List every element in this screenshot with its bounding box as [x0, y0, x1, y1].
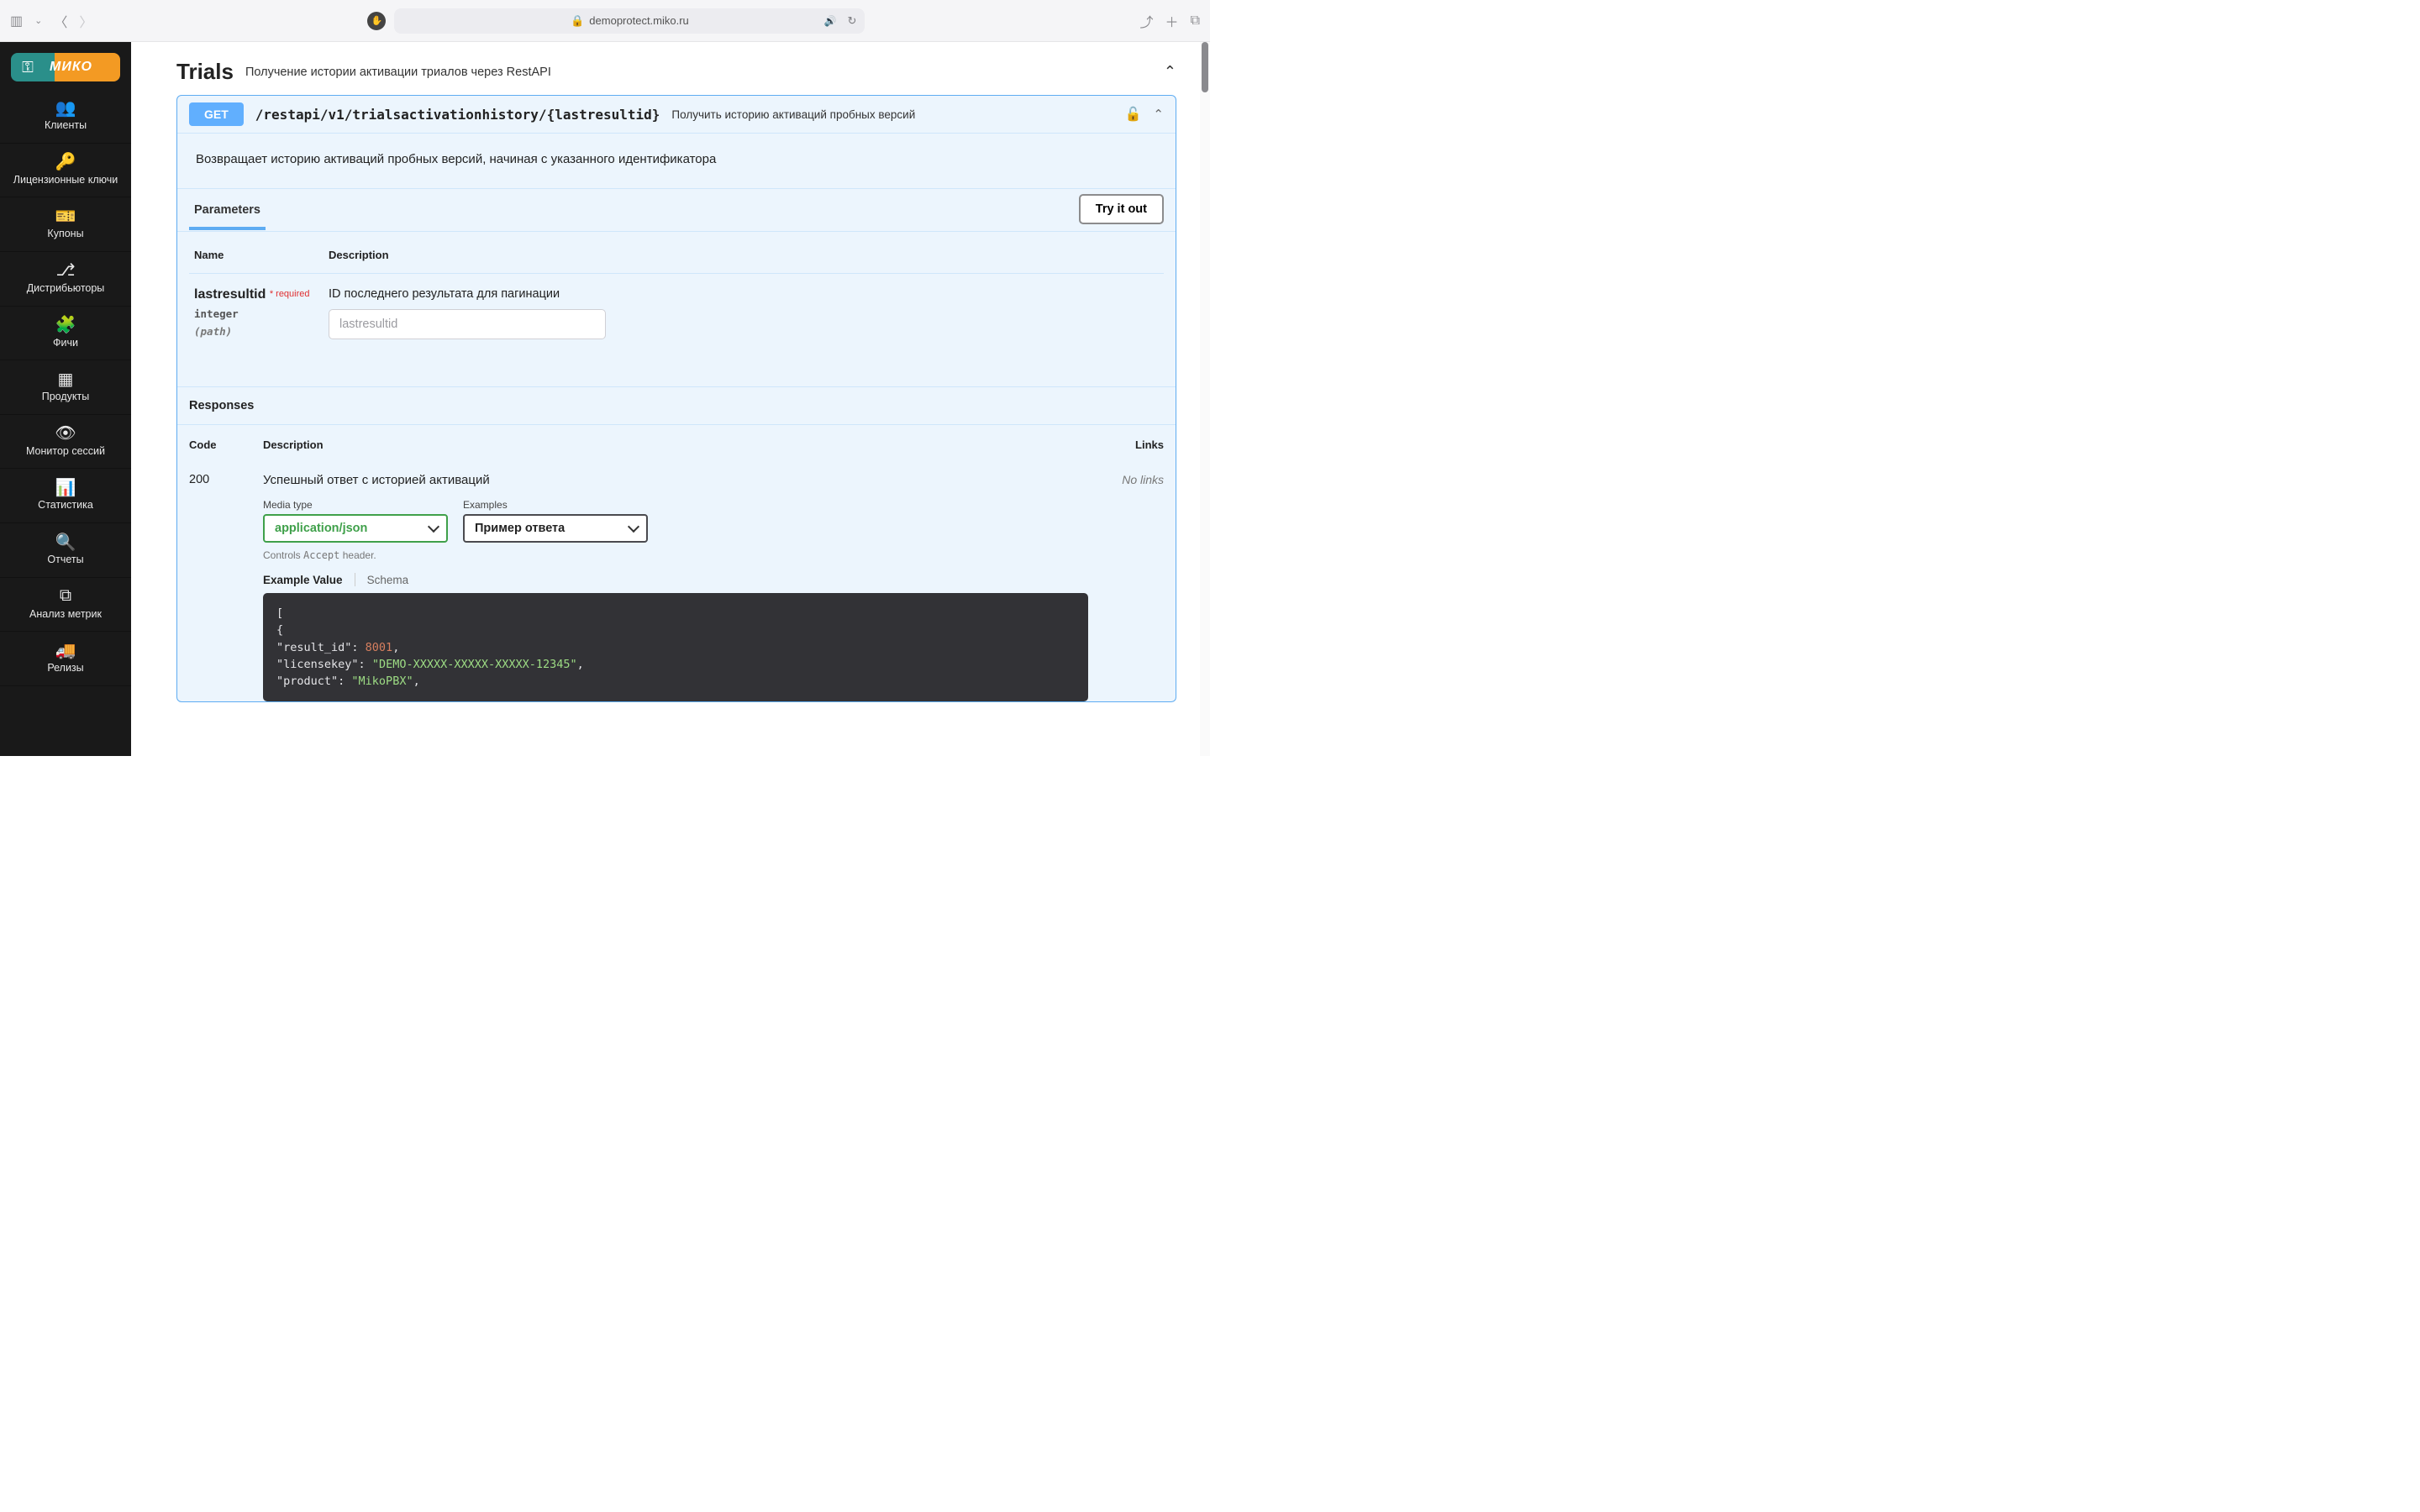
nav-back-icon[interactable]: 〈: [54, 11, 67, 31]
sidebar-item-4[interactable]: 🧩 Фичи: [0, 307, 131, 361]
response-row: 200 Успешный ответ с историей активаций …: [177, 465, 1176, 701]
col-links: Links: [1088, 438, 1164, 451]
endpoint-block: GET /restapi/v1/trialsactivationhistory/…: [176, 95, 1176, 702]
tab-schema[interactable]: Schema: [367, 574, 409, 586]
tag-description: Получение истории активации триалов чере…: [245, 66, 551, 79]
sidebar-item-0[interactable]: 👥Клиенты: [0, 89, 131, 144]
sidebar-item-7[interactable]: 📊 Статистика: [0, 469, 131, 523]
required-badge: required: [270, 289, 310, 299]
address-bar[interactable]: 🔒 demoprotect.miko.ru 🔊 ↻: [394, 8, 865, 34]
response-links: No links: [1088, 473, 1164, 701]
response-code: 200: [189, 473, 263, 701]
truck-icon: 🚚: [55, 640, 76, 660]
endpoint-description: Возвращает историю активаций пробных вер…: [177, 134, 1176, 188]
sidebar-item-8[interactable]: 🔍 Отчеты: [0, 523, 131, 578]
accept-header-note: Controls Accept header.: [263, 549, 448, 561]
sidebar-item-label: Анализ метрик: [29, 608, 102, 622]
scrollbar-track[interactable]: [1200, 42, 1210, 756]
brand-logo[interactable]: ⚿ МИКО: [7, 49, 124, 86]
tabgroup-chevron-icon[interactable]: ⌄: [34, 15, 42, 26]
sidebar-item-label: Лицензионные ключи: [13, 174, 118, 187]
sidebar-item-label: Монитор сессий: [26, 445, 105, 459]
responses-title: Responses: [177, 386, 1176, 425]
key-icon: 🔑: [55, 152, 76, 172]
col-code: Code: [189, 438, 263, 451]
sidebar-toggle-icon[interactable]: ▥: [10, 13, 23, 29]
eye-icon: 👁: [55, 423, 76, 444]
unlock-icon[interactable]: 🔓: [1125, 106, 1142, 123]
sliders-icon: ⧉: [60, 586, 71, 606]
grid-icon: ▦: [58, 369, 74, 389]
param-description: ID последнего результата для пагинации: [329, 287, 606, 301]
key-icon: ⚿: [11, 59, 45, 76]
share-icon[interactable]: ⤴: [1140, 11, 1154, 31]
media-type-select[interactable]: application/json: [263, 514, 448, 543]
sidebar-item-label: Релизы: [47, 662, 83, 675]
lock-icon: 🔒: [571, 14, 584, 28]
api-tag-header[interactable]: Trials Получение истории активации триал…: [176, 59, 1176, 85]
sidebar-item-3[interactable]: ⎇Дистрибьюторы: [0, 252, 131, 307]
endpoint-header[interactable]: GET /restapi/v1/trialsactivationhistory/…: [177, 96, 1176, 133]
examples-label: Examples: [463, 499, 648, 511]
try-it-out-button[interactable]: Try it out: [1079, 194, 1164, 224]
sidebar-item-label: Статистика: [38, 499, 93, 512]
media-type-label: Media type: [263, 499, 448, 511]
sidebar-item-9[interactable]: ⧉ Анализ метрик: [0, 578, 131, 633]
tab-parameters[interactable]: Parameters: [189, 195, 266, 230]
browser-toolbar: ▥ ⌄ 〈 〉 ✋ 🔒 demoprotect.miko.ru 🔊 ↻ ⤴ ＋ …: [0, 0, 1210, 42]
new-tab-icon[interactable]: ＋: [1165, 11, 1179, 31]
chart-icon: 📊: [55, 477, 76, 497]
response-desc: Успешный ответ с историей активаций: [263, 473, 1088, 487]
url-text: demoprotect.miko.ru: [589, 14, 689, 27]
ticket-icon: 🎫: [55, 206, 76, 226]
sound-icon[interactable]: 🔊: [824, 15, 837, 27]
sidebar-item-label: Фичи: [53, 337, 78, 350]
parameters-table: Name Description lastresultid required i…: [177, 232, 1176, 386]
nav-fwd-icon: 〉: [79, 11, 92, 31]
param-input[interactable]: [329, 309, 606, 339]
puzzle-icon: 🧩: [55, 315, 76, 335]
branch-icon: ⎇: [55, 260, 75, 281]
col-desc: Description: [263, 438, 1088, 451]
chevron-up-icon[interactable]: ⌃: [1153, 107, 1164, 122]
http-method-badge: GET: [189, 102, 244, 126]
tag-title: Trials: [176, 59, 234, 85]
endpoint-path: /restapi/v1/trialsactivationhistory/{las…: [255, 107, 660, 123]
param-type: integer: [194, 307, 329, 320]
parameters-bar: Parameters Try it out: [177, 188, 1176, 232]
sidebar-nav: 👥Клиенты 🔑 Лицензионные ключи 🎫 Купоны ⎇Дистр…: [0, 89, 131, 686]
sidebar-item-label: Продукты: [42, 391, 89, 404]
sidebar-item-1[interactable]: 🔑 Лицензионные ключи: [0, 144, 131, 198]
responses-columns: Code Description Links: [177, 425, 1176, 465]
chevron-up-icon[interactable]: ⌃: [1164, 63, 1176, 81]
reload-icon[interactable]: ↻: [848, 14, 857, 28]
param-row: lastresultid required integer (path) ID …: [189, 274, 1164, 353]
zoom-icon: 🔍: [55, 532, 76, 552]
scrollbar-thumb[interactable]: [1202, 42, 1208, 92]
example-code: [ { "result_id": 8001, "licensekey": "DE…: [263, 593, 1088, 701]
sidebar-item-label: Отчеты: [47, 554, 83, 567]
endpoint-summary: Получить историю активаций пробных верси…: [671, 108, 915, 121]
app-sidebar: ⚿ МИКО 👥Клиенты 🔑 Лицензионные ключи 🎫 Купон…: [0, 42, 131, 756]
sidebar-item-label: Клиенты: [45, 119, 87, 133]
sidebar-item-10[interactable]: 🚚 Релизы: [0, 632, 131, 686]
example-select[interactable]: Пример ответа: [463, 514, 648, 543]
tab-example-value[interactable]: Example Value: [263, 574, 343, 586]
param-name: lastresultid: [194, 287, 266, 302]
param-in: (path): [194, 325, 329, 338]
col-description: Description: [329, 249, 389, 261]
tabs-overview-icon[interactable]: ⧉: [1191, 13, 1200, 29]
sidebar-item-label: Дистрибьюторы: [27, 282, 105, 296]
sidebar-item-6[interactable]: 👁Монитор сессий: [0, 415, 131, 470]
col-name: Name: [194, 249, 329, 261]
privacy-shield-icon[interactable]: ✋: [367, 12, 386, 30]
sidebar-item-label: Купоны: [47, 228, 83, 241]
content-area: Trials Получение истории активации триал…: [131, 42, 1210, 756]
sidebar-item-2[interactable]: 🎫 Купоны: [0, 197, 131, 252]
sidebar-item-5[interactable]: ▦ Продукты: [0, 360, 131, 415]
users-icon: 👥: [55, 97, 76, 118]
